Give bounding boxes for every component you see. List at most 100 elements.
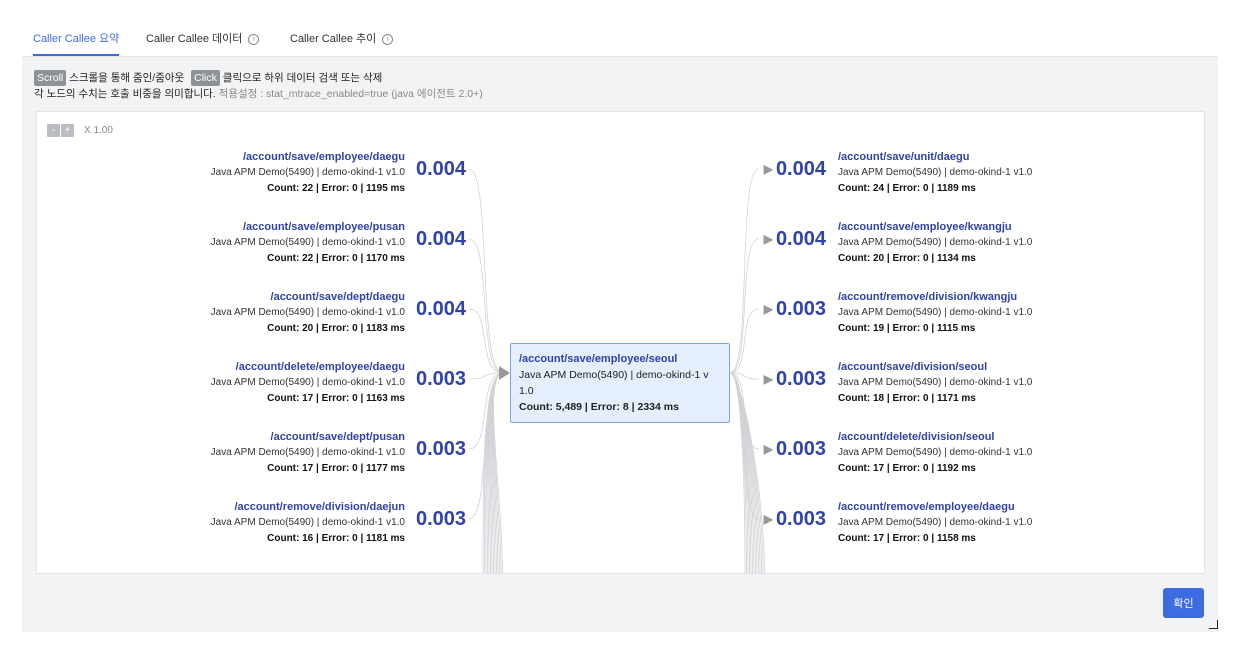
ratio-value: 0.004 bbox=[775, 228, 826, 250]
callee-node[interactable]: /account/remove/employee/daegu Java APM D… bbox=[838, 499, 1032, 547]
caller-ratio: 0.003 bbox=[416, 438, 476, 461]
center-arrow-icon bbox=[499, 366, 510, 380]
node-detail: Java APM Demo(5490) | demo-okind-1 v1.0 bbox=[210, 237, 405, 248]
node-detail: Java APM Demo(5490) | demo-okind-1 v1.0 bbox=[838, 377, 1033, 388]
node-name: /account/delete/employee/daegu bbox=[235, 361, 405, 373]
callee-node[interactable]: /account/delete/division/seoul Java APM D… bbox=[838, 429, 1032, 477]
node-stats: Count: 24 | Error: 0 | 1189 ms bbox=[838, 183, 976, 194]
ratio-value: 0.004 bbox=[416, 298, 467, 320]
tab-bar: Caller Callee 요약 Caller Callee 데이터 i Call… bbox=[22, 0, 1218, 57]
node-name: /account/remove/employee/daegu bbox=[838, 501, 1015, 513]
caller-node[interactable]: /account/save/dept/daegu Java APM Demo(54… bbox=[37, 289, 405, 337]
node-stats: Count: 22 | Error: 0 | 1195 ms bbox=[267, 183, 405, 194]
callee-node[interactable]: /account/save/unit/daegu Java APM Demo(54… bbox=[838, 149, 1032, 197]
node-name: /account/save/employee/daegu bbox=[242, 151, 405, 163]
ratio-value: 0.004 bbox=[775, 158, 826, 180]
info-icon[interactable]: i bbox=[382, 34, 394, 45]
help-line-2: 각 노드의 수치는 호출 비중을 의미합니다. 적용설정 : stat_mtra… bbox=[34, 84, 483, 104]
center-node-detail: Java APM Demo(5490) | demo-okind-1 v 1.0 bbox=[519, 369, 709, 397]
help-text: Scroll 스크롤을 통해 줌인/줌아웃 Click 클릭으로 하위 데이터 … bbox=[34, 68, 483, 104]
node-stats: Count: 17 | Error: 0 | 1158 ms bbox=[838, 533, 976, 544]
node-detail: Java APM Demo(5490) | demo-okind-1 v1.0 bbox=[838, 237, 1033, 248]
node-stats: Count: 17 | Error: 0 | 1163 ms bbox=[267, 393, 405, 404]
callee-node[interactable]: /account/remove/division/kwangju Java APM… bbox=[838, 289, 1032, 337]
node-detail: Java APM Demo(5490) | demo-okind-1 v1.0 bbox=[210, 517, 405, 528]
node-detail: Java APM Demo(5490) | demo-okind-1 v1.0 bbox=[210, 167, 405, 178]
ratio-value: 0.003 bbox=[775, 298, 826, 320]
tab-caller-callee-data[interactable]: Caller Callee 데이터 i bbox=[146, 30, 260, 56]
arrow-icon: ▶ bbox=[763, 442, 773, 456]
node-name: /account/remove/division/kwangju bbox=[838, 291, 1018, 303]
ratio-value: 0.003 bbox=[775, 508, 826, 530]
node-detail: Java APM Demo(5490) | demo-okind-1 v1.0 bbox=[838, 447, 1033, 458]
node-name: /account/save/division/seoul bbox=[838, 361, 988, 373]
confirm-button[interactable]: 확인 bbox=[1163, 588, 1204, 618]
callee-ratio: ▶ 0.004 bbox=[746, 228, 826, 251]
caller-node[interactable]: /account/save/employee/daegu Java APM Dem… bbox=[37, 149, 405, 197]
ratio-value: 0.004 bbox=[416, 228, 467, 250]
node-detail: Java APM Demo(5490) | demo-okind-1 v1.0 bbox=[838, 167, 1033, 178]
callee-ratio: ▶ 0.003 bbox=[746, 368, 826, 391]
caller-link bbox=[468, 168, 504, 374]
callee-ratio: ▶ 0.003 bbox=[746, 298, 826, 321]
node-name: /account/delete/division/seoul bbox=[838, 431, 995, 443]
caller-node[interactable]: /account/remove/division/daejun Java APM … bbox=[37, 499, 405, 547]
node-detail: Java APM Demo(5490) | demo-okind-1 v1.0 bbox=[210, 307, 405, 318]
ratio-value: 0.004 bbox=[416, 158, 467, 180]
info-icon[interactable]: i bbox=[248, 34, 260, 45]
callee-ratio: ▶ 0.003 bbox=[746, 508, 826, 531]
node-stats: Count: 19 | Error: 0 | 1115 ms bbox=[838, 323, 976, 334]
arrow-icon: ▶ bbox=[763, 162, 773, 176]
node-detail: Java APM Demo(5490) | demo-okind-1 v1.0 bbox=[210, 377, 405, 388]
caller-ratio: 0.004 bbox=[416, 298, 476, 321]
node-name: /account/save/employee/pusan bbox=[242, 221, 405, 233]
scroll-help-text: 스크롤을 통해 줌인/줌아웃 bbox=[69, 72, 185, 84]
callee-node[interactable]: /account/save/division/seoul Java APM Dem… bbox=[838, 359, 1032, 407]
center-node[interactable]: /account/save/employee/seoul Java APM De… bbox=[510, 343, 730, 423]
resize-handle-icon[interactable] bbox=[1209, 620, 1218, 629]
node-detail: Java APM Demo(5490) | demo-okind-1 v1.0 bbox=[210, 447, 405, 458]
node-name: /account/save/dept/pusan bbox=[270, 431, 405, 443]
ratio-value: 0.003 bbox=[416, 438, 467, 460]
node-name: /account/save/unit/daegu bbox=[838, 151, 970, 163]
node-detail: Java APM Demo(5490) | demo-okind-1 v1.0 bbox=[838, 307, 1033, 318]
node-stats: Count: 16 | Error: 0 | 1181 ms bbox=[267, 533, 405, 544]
caller-ratio: 0.003 bbox=[416, 368, 476, 391]
tab-label: Caller Callee 추이 bbox=[290, 33, 377, 45]
callee-ratio: ▶ 0.004 bbox=[746, 158, 826, 181]
node-stats: Count: 20 | Error: 0 | 1134 ms bbox=[838, 253, 976, 264]
node-stats: Count: 18 | Error: 0 | 1171 ms bbox=[838, 393, 976, 404]
callee-node[interactable]: /account/save/employee/kwangju Java APM D… bbox=[838, 219, 1032, 267]
arrow-icon: ▶ bbox=[763, 512, 773, 526]
node-stats: Count: 17 | Error: 0 | 1192 ms bbox=[838, 463, 976, 474]
arrow-icon: ▶ bbox=[763, 232, 773, 246]
click-help-text: 클릭으로 하위 데이터 검색 또는 삭제 bbox=[222, 72, 383, 84]
caller-node[interactable]: /account/delete/employee/daegu Java APM D… bbox=[37, 359, 405, 407]
ratio-value: 0.003 bbox=[416, 368, 467, 390]
caller-ratio: 0.004 bbox=[416, 228, 476, 251]
help-setting-text: 적용설정 : stat_mtrace_enabled=true (java 에이… bbox=[218, 88, 483, 100]
caller-node[interactable]: /account/save/dept/pusan Java APM Demo(54… bbox=[37, 429, 405, 477]
node-name: /account/save/dept/daegu bbox=[270, 291, 405, 303]
caller-node[interactable]: /account/save/employee/pusan Java APM Dem… bbox=[37, 219, 405, 267]
help-main-text: 각 노드의 수치는 호출 비중을 의미합니다. bbox=[34, 88, 216, 100]
caller-ratio: 0.004 bbox=[416, 158, 476, 181]
tab-caller-callee-trend[interactable]: Caller Callee 추이 i bbox=[290, 30, 394, 56]
node-name: /account/save/employee/kwangju bbox=[838, 221, 1012, 233]
node-detail: Java APM Demo(5490) | demo-okind-1 v1.0 bbox=[838, 517, 1033, 528]
center-node-stats: Count: 5,489 | Error: 8 | 2334 ms bbox=[519, 401, 679, 413]
summary-panel: Scroll 스크롤을 통해 줌인/줌아웃 Click 클릭으로 하위 데이터 … bbox=[22, 57, 1218, 632]
tab-caller-callee-summary[interactable]: Caller Callee 요약 bbox=[33, 30, 120, 56]
callee-ratio: ▶ 0.003 bbox=[746, 438, 826, 461]
node-name: /account/remove/division/daejun bbox=[234, 501, 405, 513]
ratio-value: 0.003 bbox=[775, 438, 826, 460]
arrow-icon: ▶ bbox=[763, 302, 773, 316]
node-stats: Count: 22 | Error: 0 | 1170 ms bbox=[267, 253, 405, 264]
node-stats: Count: 17 | Error: 0 | 1177 ms bbox=[267, 463, 405, 474]
caller-callee-graph[interactable]: - + X 1.00 /account/save/employee/daegu Jav… bbox=[36, 111, 1205, 574]
ratio-value: 0.003 bbox=[775, 368, 826, 390]
arrow-icon: ▶ bbox=[763, 372, 773, 386]
caller-ratio: 0.003 bbox=[416, 508, 476, 531]
ratio-value: 0.003 bbox=[416, 508, 467, 530]
center-node-name: /account/save/employee/seoul bbox=[519, 353, 678, 365]
